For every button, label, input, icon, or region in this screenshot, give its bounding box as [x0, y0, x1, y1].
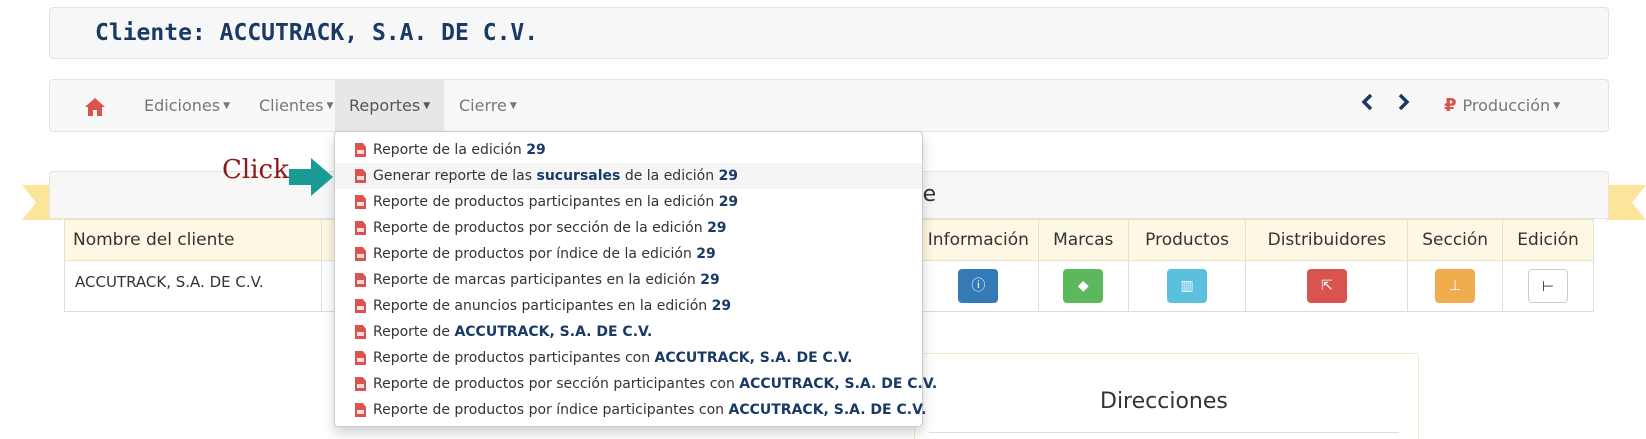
menu-item-bold: 29 [526, 142, 546, 158]
pdf-icon [355, 351, 366, 365]
menu-item-text: Reporte de productos participantes en la… [373, 194, 719, 210]
menu-item-text: Reporte de [373, 324, 455, 340]
menu-item-bold: 29 [718, 168, 739, 184]
reportes-dropdown-menu: Reporte de la edición 29 Generar reporte… [334, 131, 937, 427]
menu-item-seccion-cliente[interactable]: Reporte de productos por sección partici… [335, 371, 937, 397]
tag-button[interactable]: ◆ [1063, 269, 1104, 303]
cell-products: ▥ [1127, 260, 1247, 312]
caret-down-icon: ▼ [1553, 101, 1561, 111]
pdf-icon [355, 143, 366, 157]
menu-item-anuncios[interactable]: Reporte de anuncios participantes en la … [335, 293, 922, 319]
caret-down-icon: ▼ [223, 101, 230, 111]
th-products: Productos [1127, 219, 1247, 261]
nav-clientes[interactable]: Clientes ▼ [245, 80, 347, 131]
nav-cierre-label: Cierre [459, 96, 507, 115]
th-name: Nombre del cliente [64, 219, 322, 261]
cell-distributors: ⇱ [1245, 260, 1409, 312]
pdf-icon [355, 403, 366, 417]
cell-client-name: ACCUTRACK, S.A. DE C.V. [64, 260, 322, 312]
th-info: Información [917, 219, 1039, 261]
click-annotation-label: Click [222, 155, 289, 185]
menu-item-text: Reporte de productos por índice particip… [373, 402, 729, 418]
nav-next[interactable] [1389, 80, 1419, 131]
menu-item-text: de la edición [620, 168, 719, 184]
nav-prev[interactable] [1352, 80, 1382, 131]
caret-down-icon: ▼ [423, 101, 431, 111]
menu-item-text: Reporte de productos por sección partici… [373, 376, 740, 392]
nav-home[interactable] [70, 80, 120, 131]
th-distributors: Distribuidores [1245, 219, 1409, 261]
th-edition: Edición [1502, 219, 1594, 261]
menu-item-text: Reporte de la edición [373, 142, 527, 158]
navbar: Ediciones ▼ Clientes ▼ Reportes ▼ Cierre ▼ ₽… [49, 79, 1609, 132]
caret-down-icon: ▼ [326, 101, 334, 111]
menu-item-text: Reporte de marcas participantes en la ed… [373, 272, 701, 288]
pdf-icon [355, 377, 366, 391]
menu-item-marcas[interactable]: Reporte de marcas participantes en la ed… [335, 267, 922, 293]
menu-item-bold: ACCUTRACK, S.A. DE C.V. [739, 376, 938, 392]
barcode-button[interactable]: ▥ [1167, 269, 1208, 303]
menu-item-bold: sucursales [536, 168, 621, 184]
caret-down-icon: ▼ [509, 101, 517, 111]
th-section: Sección [1407, 219, 1504, 261]
menu-item-generar-sucursales[interactable]: Generar reporte de las sucursales de la … [335, 163, 922, 189]
nav-reportes-label: Reportes [349, 96, 421, 115]
menu-item-bold: 29 [711, 298, 732, 314]
menu-item-bold: ACCUTRACK, S.A. DE C.V. [728, 402, 927, 418]
cell-section: ⊥ [1407, 260, 1504, 312]
menu-item-bold: ACCUTRACK, S.A. DE C.V. [454, 324, 653, 340]
menu-item-text: Reporte de anuncios participantes en la … [373, 298, 712, 314]
nav-produccion-label: Producción [1462, 96, 1551, 115]
pdf-icon [355, 325, 366, 339]
pdf-icon [355, 169, 366, 183]
info-button[interactable]: ⓘ [958, 269, 999, 303]
nav-cierre[interactable]: Cierre ▼ [445, 80, 531, 131]
page-title: Cliente: ACCUTRACK, S.A. DE C.V. [95, 20, 539, 46]
menu-item-text: Generar reporte de las [373, 168, 537, 184]
nav-produccion[interactable]: ₽ Producción ▼ [1430, 80, 1574, 131]
arrow-right-icon [289, 158, 333, 196]
menu-item-bold: 29 [718, 194, 739, 210]
menu-item-indice-cliente[interactable]: Reporte de productos por índice particip… [335, 397, 926, 423]
menu-item-text: Reporte de productos participantes con [373, 350, 655, 366]
edition-button[interactable]: ⊢ [1528, 269, 1569, 303]
menu-item-productos-cliente[interactable]: Reporte de productos participantes con A… [335, 345, 922, 371]
pdf-icon [355, 299, 366, 313]
directions-title: Direcciones [1100, 389, 1228, 414]
menu-item-bold: 29 [696, 246, 716, 262]
chevron-right-icon [1398, 93, 1410, 111]
menu-item-productos-seccion[interactable]: Reporte de productos por sección de la e… [335, 215, 922, 241]
section-button[interactable]: ⊥ [1435, 269, 1476, 303]
menu-item-reporte-cliente[interactable]: Reporte de ACCUTRACK, S.A. DE C.V. [335, 319, 922, 345]
chevron-left-icon [1361, 93, 1373, 111]
client-header: Cliente: ACCUTRACK, S.A. DE C.V. [49, 7, 1609, 59]
menu-item-reporte-edicion[interactable]: Reporte de la edición 29 [335, 137, 922, 163]
pdf-icon [355, 195, 366, 209]
nav-ediciones[interactable]: Ediciones ▼ [130, 80, 244, 131]
nav-clientes-label: Clientes [259, 96, 324, 115]
ruble-icon: ₽ [1444, 95, 1457, 116]
menu-item-bold: 29 [707, 220, 727, 236]
divider [929, 432, 1399, 433]
menu-item-text: Reporte de productos por índice de la ed… [373, 246, 697, 262]
menu-item-bold: ACCUTRACK, S.A. DE C.V. [654, 350, 853, 366]
share-button[interactable]: ⇱ [1306, 269, 1347, 303]
cell-edition: ⊢ [1502, 260, 1594, 312]
home-icon [85, 97, 105, 116]
nav-ediciones-label: Ediciones [144, 96, 221, 115]
directions-panel: Direcciones [914, 353, 1419, 439]
pdf-icon [355, 221, 366, 235]
cell-brands: ◆ [1037, 260, 1129, 312]
menu-item-bold: 29 [700, 272, 720, 288]
cell-info: ⓘ [917, 260, 1039, 312]
menu-item-productos-indice[interactable]: Reporte de productos por índice de la ed… [335, 241, 922, 267]
menu-item-productos-participantes[interactable]: Reporte de productos participantes en la… [335, 189, 922, 215]
menu-item-text: Reporte de productos por sección de la e… [373, 220, 708, 236]
th-brands: Marcas [1037, 219, 1129, 261]
ribbon-right [1606, 185, 1646, 220]
pdf-icon [355, 247, 366, 261]
nav-reportes[interactable]: Reportes ▼ [335, 80, 445, 131]
pdf-icon [355, 273, 366, 287]
